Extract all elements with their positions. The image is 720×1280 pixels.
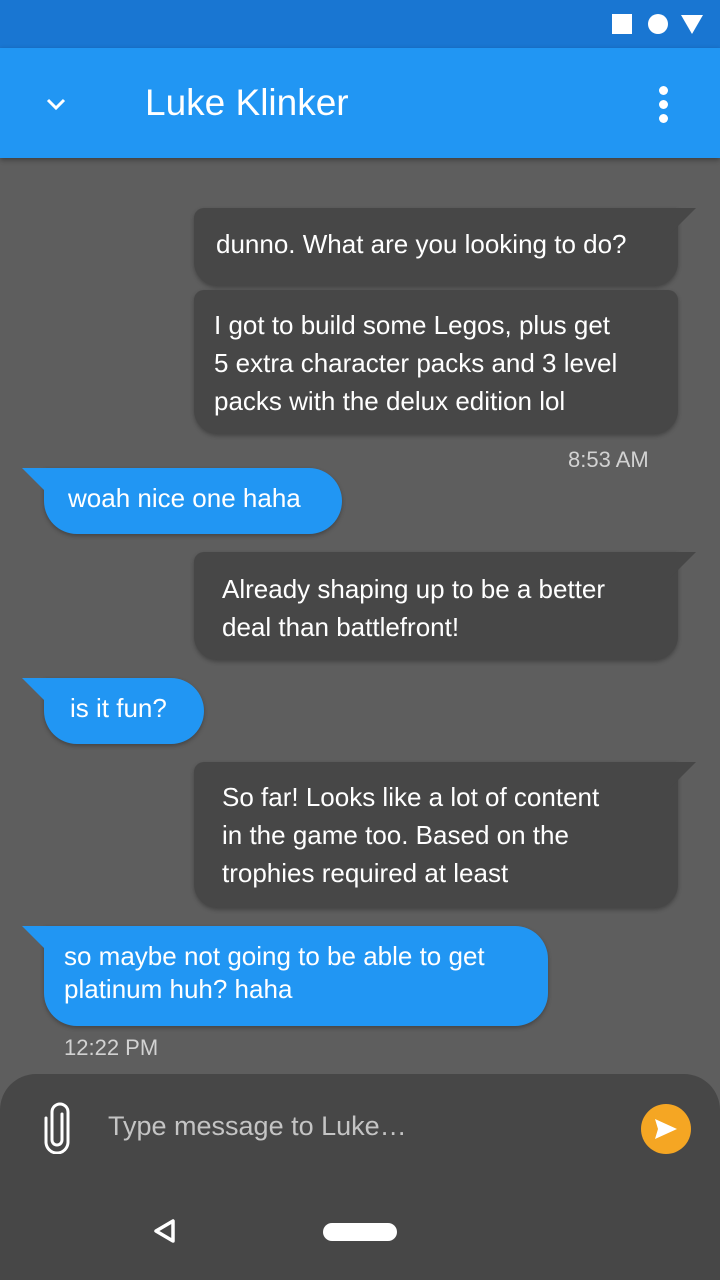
bubble-tail [670, 762, 696, 788]
chevron-down-icon [46, 98, 66, 111]
page-title: Luke Klinker [145, 82, 349, 123]
more-vert-icon [659, 100, 668, 109]
square-icon [612, 14, 632, 34]
bubble-tail [670, 552, 696, 578]
app-bar: Luke Klinker [0, 48, 720, 158]
bubble-tail [22, 926, 48, 952]
send-icon [655, 1119, 677, 1139]
message-text: so maybe not going to be able to get pla… [64, 941, 485, 1004]
received-message-bubble[interactable]: so maybe not going to be able to get pla… [44, 926, 548, 1026]
composer [0, 1074, 720, 1280]
received-message-bubble[interactable]: is it fun? [44, 678, 204, 744]
timestamp: 12:22 PM [64, 1035, 159, 1060]
message-text: is it fun? [70, 693, 167, 723]
bubble-tail [22, 678, 48, 704]
sent-message-bubble[interactable]: Already shaping up to be a better deal t… [194, 552, 678, 660]
sent-message-bubble[interactable]: I got to build some Legos, plus get 5 ex… [194, 290, 678, 434]
sent-message-bubble[interactable]: dunno. What are you looking to do? [194, 208, 678, 286]
collapse-button[interactable] [28, 76, 84, 132]
bubble-tail [22, 468, 48, 494]
triangle-icon [681, 15, 703, 34]
message-input[interactable] [108, 1104, 608, 1148]
more-vert-icon [659, 86, 668, 95]
back-icon[interactable] [152, 1218, 178, 1244]
message-text: Already shaping up to be a better deal t… [222, 574, 606, 642]
message-text: woah nice one haha [68, 483, 301, 513]
timestamp: 8:53 AM [568, 447, 649, 472]
paperclip-icon [44, 1102, 70, 1155]
more-options-button[interactable] [642, 78, 686, 132]
home-icon[interactable] [323, 1223, 397, 1241]
message-text: I got to build some Legos, plus get 5 ex… [214, 310, 618, 416]
bubble-tail [670, 208, 696, 234]
message-text: So far! Looks like a lot of content in t… [222, 782, 600, 888]
attach-button[interactable] [40, 1102, 74, 1155]
sent-message-bubble[interactable]: So far! Looks like a lot of content in t… [194, 762, 678, 908]
circle-icon [648, 14, 668, 34]
more-vert-icon [659, 114, 668, 123]
send-button[interactable] [641, 1104, 691, 1154]
message-text: dunno. What are you looking to do? [216, 229, 627, 259]
received-message-bubble[interactable]: woah nice one haha [44, 468, 342, 534]
status-bar [0, 0, 720, 48]
